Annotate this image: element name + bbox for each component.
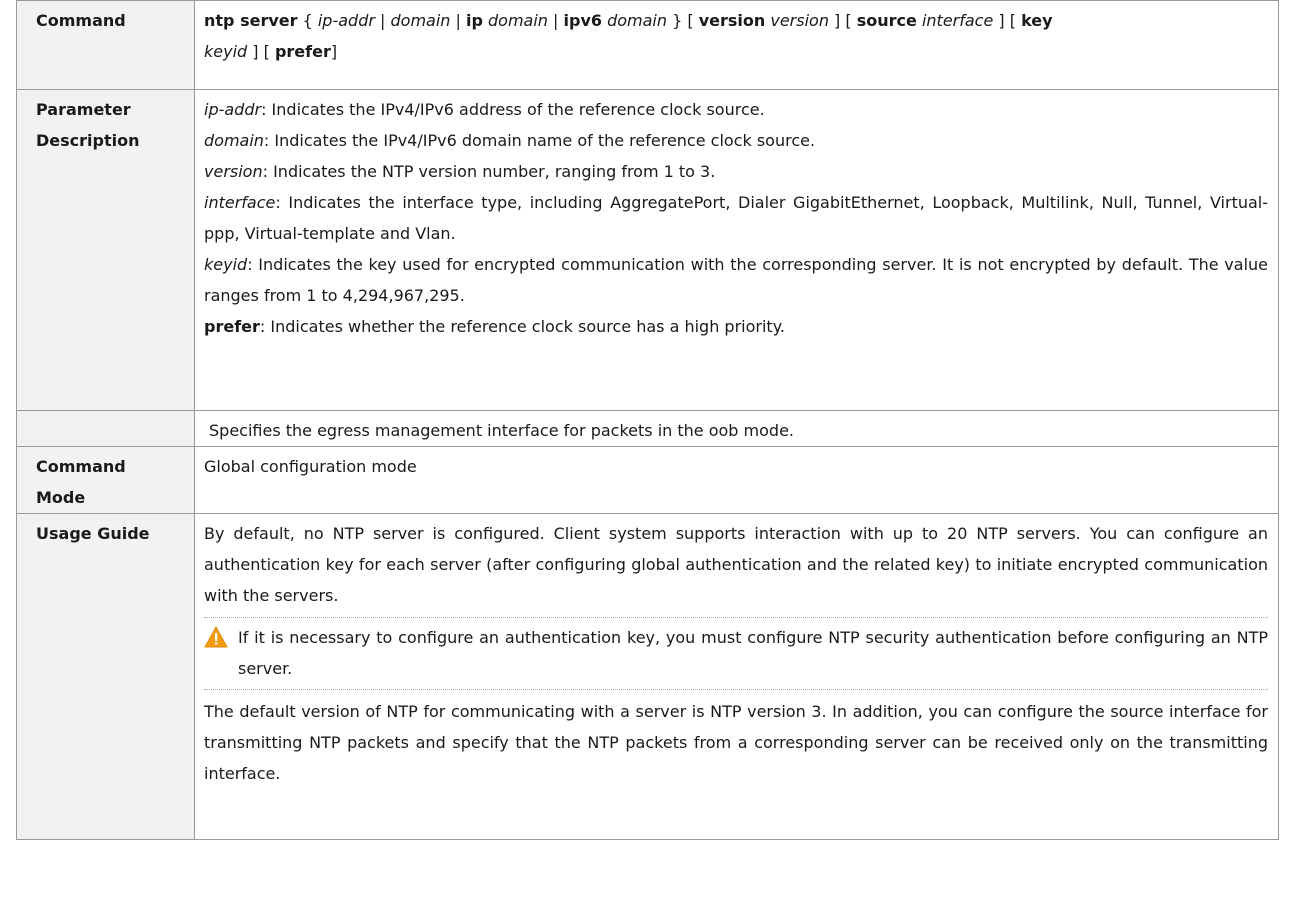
param-desc: : Indicates whether the reference clock … (259, 317, 785, 336)
syntax-punct: ] [ (247, 42, 275, 61)
syntax-keyword: key (1021, 11, 1053, 30)
syntax-keyword: version (698, 11, 766, 30)
command-mode-value: Global configuration mode (194, 446, 1279, 514)
param-ip-addr: ip-addr: Indicates the IPv4/IPv6 address… (204, 94, 1268, 125)
syntax-arg: domain (488, 11, 548, 30)
syntax-arg: domain (607, 11, 668, 30)
syntax-arg: keyid (204, 42, 248, 61)
row-header-command-mode: Command Mode (16, 446, 195, 514)
param-term: version (204, 162, 263, 181)
param-term: domain (204, 131, 264, 150)
syntax-punct: } [ (667, 11, 699, 30)
syntax-punct: ] [ (828, 11, 857, 30)
param-desc: : Indicates the NTP version number, rang… (262, 162, 716, 181)
row-header-label: Parameter (36, 100, 131, 119)
table-row-command: Command ntp server { ip-addr | domain | … (16, 0, 1279, 90)
row-header-label: Command (36, 457, 126, 476)
syntax-arg: version (770, 11, 829, 30)
table-row-parameters: Parameter Description ip-addr: Indicates… (16, 89, 1279, 411)
command-reference-table: Command ntp server { ip-addr | domain | … (16, 0, 1279, 840)
syntax-punct: ] [ (993, 11, 1022, 30)
row-header-usage-guide: Usage Guide (16, 513, 195, 840)
warning-triangle-icon (204, 626, 228, 648)
syntax-arg: domain (390, 11, 451, 30)
syntax-punct: | (450, 11, 466, 30)
param-term: keyid (204, 255, 248, 274)
row-header-label: Mode (36, 488, 86, 507)
warning-note-text: If it is necessary to configure an authe… (238, 628, 1268, 678)
syntax-keyword: source (856, 11, 917, 30)
syntax-keyword: ntp server (204, 11, 298, 30)
usage-guide-body: By default, no NTP server is configured.… (194, 513, 1279, 840)
row-header-command: Command (16, 0, 195, 90)
usage-paragraph: By default, no NTP server is configured.… (204, 524, 1268, 605)
table-row-oob: Specifies the egress management interfac… (16, 410, 1279, 447)
syntax-arg: ip-addr (317, 11, 375, 30)
param-prefer: prefer: Indicates whether the reference … (204, 311, 1268, 342)
param-term: ip-addr (204, 100, 262, 119)
oob-text: Specifies the egress management interfac… (209, 421, 794, 440)
usage-paragraph: The default version of NTP for communica… (204, 702, 1268, 783)
param-keyid: keyid: Indicates the key used for encryp… (204, 249, 1268, 311)
syntax-arg: interface (921, 11, 994, 30)
row-header-label: Description (36, 131, 140, 150)
row-header-label: Usage Guide (36, 524, 150, 543)
warning-note-row: If it is necessary to configure an authe… (204, 622, 1268, 684)
row-header-label: Command (36, 11, 126, 30)
table-row-command-mode: Command Mode Global configuration mode (16, 446, 1279, 514)
param-interface: interface: Indicates the interface type,… (204, 187, 1268, 249)
oob-description: Specifies the egress management interfac… (194, 410, 1279, 447)
syntax-keyword: ip (465, 11, 483, 30)
param-desc: : Indicates the interface type, includin… (204, 193, 1268, 243)
syntax-punct: { (297, 11, 318, 30)
param-version: version: Indicates the NTP version numbe… (204, 156, 1268, 187)
parameter-list: ip-addr: Indicates the IPv4/IPv6 address… (194, 89, 1279, 411)
command-mode-text: Global configuration mode (204, 457, 417, 476)
row-header-parameters: Parameter Description (16, 89, 195, 411)
syntax-punct: | (547, 11, 564, 30)
row-header-empty (16, 410, 195, 447)
param-desc: : Indicates the IPv4/IPv6 address of the… (261, 100, 765, 119)
param-term: prefer (204, 317, 260, 336)
param-term: interface (204, 193, 276, 212)
syntax-keyword: prefer (274, 42, 331, 61)
syntax-punct: | (374, 11, 391, 30)
param-desc: : Indicates the IPv4/IPv6 domain name of… (263, 131, 816, 150)
warning-note: If it is necessary to configure an authe… (204, 617, 1268, 690)
syntax-punct: ] (330, 42, 338, 61)
param-desc: : Indicates the key used for encrypted c… (204, 255, 1268, 305)
param-domain: domain: Indicates the IPv4/IPv6 domain n… (204, 125, 1268, 156)
table-row-usage-guide: Usage Guide By default, no NTP server is… (16, 513, 1279, 840)
command-syntax: ntp server { ip-addr | domain | ip domai… (194, 0, 1279, 90)
syntax-keyword: ipv6 (563, 11, 603, 30)
